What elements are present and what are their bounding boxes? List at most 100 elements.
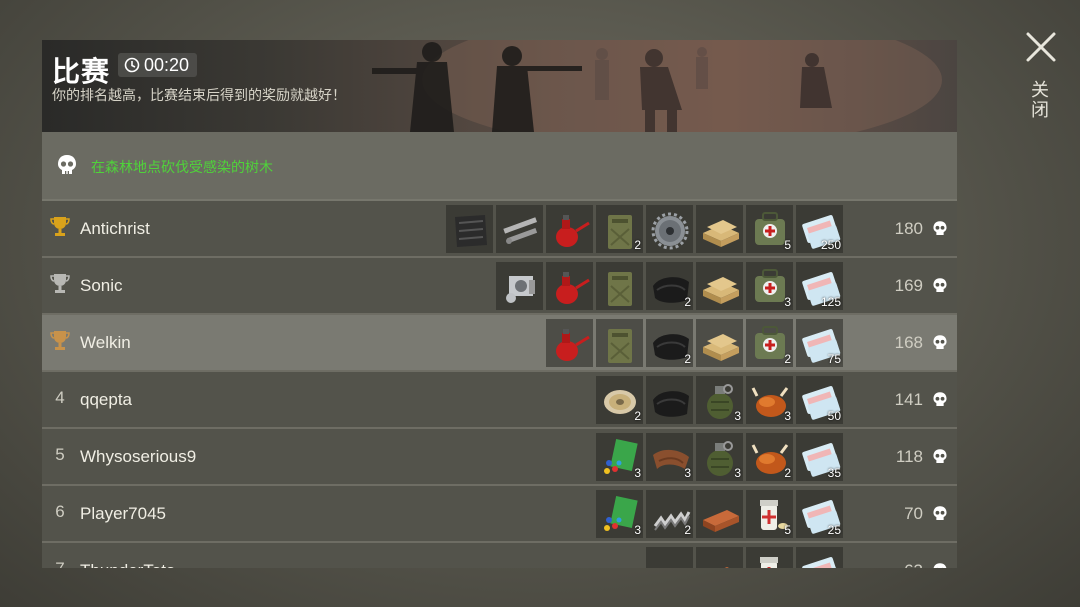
oil-can-icon (556, 215, 590, 247)
metal-parts-icon (503, 217, 538, 244)
item-count: 125 (820, 295, 841, 309)
close-icon[interactable] (1024, 30, 1058, 64)
reward-item[interactable] (696, 319, 743, 367)
reward-items: 2 5 250 (446, 205, 843, 253)
reward-item[interactable]: 5 (746, 490, 793, 538)
item-count: 2 (784, 466, 791, 480)
gold-trophy-icon (50, 217, 70, 236)
item-count: 3 (634, 523, 641, 537)
reward-item[interactable] (546, 205, 593, 253)
skull-icon (933, 278, 947, 293)
item-count: 2 (784, 352, 791, 366)
reward-item[interactable]: 75 (796, 319, 843, 367)
reward-item[interactable] (546, 319, 593, 367)
clock-icon (124, 57, 140, 73)
engine-part-icon (506, 276, 535, 303)
player-name: Player7045 (80, 504, 167, 523)
reward-item[interactable]: 25 (796, 490, 843, 538)
item-count: 3 (784, 409, 791, 423)
skull-icon (933, 506, 947, 521)
leather-scrap-icon (455, 215, 487, 247)
reward-item[interactable]: 50 (796, 376, 843, 424)
reward-item[interactable]: 5 (746, 205, 793, 253)
item-count: 5 (784, 238, 791, 252)
skull-icon (933, 392, 947, 407)
rank-number: 7 (50, 559, 70, 568)
reward-item[interactable]: 2 (646, 319, 693, 367)
item-count: 3 (684, 466, 691, 480)
reward-item[interactable] (696, 547, 743, 568)
reward-item[interactable]: 2 (746, 433, 793, 481)
copper-bar-icon (703, 510, 739, 532)
reward-item[interactable] (646, 547, 693, 568)
item-count: 3 (784, 295, 791, 309)
item-count: 3 (734, 409, 741, 423)
item-count: 2 (634, 238, 641, 252)
item-count: 50 (827, 409, 841, 423)
leaderboard-row[interactable]: 4 qqepta 2 3 3 50 141 (42, 372, 957, 429)
leaderboard-row[interactable]: Antichrist 2 5 250 180 (42, 201, 957, 258)
reward-item[interactable] (746, 547, 793, 568)
leaderboard-row[interactable]: Welkin 2 2 75 168 (42, 315, 957, 372)
skull-icon (933, 449, 947, 464)
reward-item[interactable] (796, 547, 843, 568)
reward-item[interactable]: 3 (646, 433, 693, 481)
reward-item[interactable] (696, 262, 743, 310)
kill-score: 168 (894, 333, 923, 352)
skull-icon (933, 335, 947, 350)
reward-item[interactable] (496, 262, 543, 310)
item-count: 2 (684, 352, 691, 366)
reward-item[interactable] (496, 205, 543, 253)
gold-bars-icon (703, 220, 739, 247)
skull-icon (933, 563, 947, 568)
reward-item[interactable]: 2 (646, 262, 693, 310)
kill-score: 70 (904, 504, 923, 523)
reward-item[interactable] (696, 490, 743, 538)
reward-item[interactable] (696, 205, 743, 253)
reward-item[interactable]: 3 (596, 433, 643, 481)
player-name: qqepta (80, 390, 132, 409)
reward-item[interactable]: 3 (596, 490, 643, 538)
reward-item[interactable]: 2 (646, 490, 693, 538)
reward-item[interactable]: 3 (696, 376, 743, 424)
jerry-can-icon (608, 272, 632, 306)
reward-item[interactable] (596, 319, 643, 367)
reward-item[interactable]: 250 (796, 205, 843, 253)
leaderboard-row[interactable]: 5 Whysoserious9 3 3 3 2 35 118 (42, 429, 957, 486)
close-label[interactable]: 关闭 (1028, 80, 1051, 120)
reward-items: 2 3 125 (496, 262, 843, 310)
reward-item[interactable]: 125 (796, 262, 843, 310)
reward-item[interactable]: 3 (746, 376, 793, 424)
ticket-icon (802, 557, 841, 568)
reward-item[interactable]: 2 (596, 205, 643, 253)
leaderboard-row[interactable]: 7 ThunderTata 63 (42, 543, 957, 568)
gold-bars-icon (703, 334, 739, 361)
kill-score: 118 (895, 447, 923, 466)
reward-items: 3 2 5 25 (596, 490, 843, 538)
reward-item[interactable]: 2 (596, 376, 643, 424)
kill-score: 180 (894, 219, 923, 238)
gear-icon (651, 212, 689, 250)
reward-items: 2 2 75 (546, 319, 843, 367)
event-banner: 比赛 00:20 你的排名越高，比赛结束后得到的奖励就越好！ (42, 40, 957, 132)
event-title: 比赛 (52, 55, 111, 88)
player-name: ThunderTata (80, 561, 175, 568)
reward-items (646, 547, 843, 568)
reward-item[interactable] (596, 262, 643, 310)
item-count: 35 (827, 466, 841, 480)
event-timer: 00:20 (118, 53, 198, 77)
reward-item[interactable]: 3 (696, 433, 743, 481)
reward-item[interactable] (546, 262, 593, 310)
painkillers-icon (760, 557, 778, 568)
reward-item[interactable]: 2 (746, 319, 793, 367)
reward-item[interactable] (446, 205, 493, 253)
reward-item[interactable] (646, 376, 693, 424)
reward-item[interactable]: 35 (796, 433, 843, 481)
item-count: 75 (827, 352, 841, 366)
copper-bar-icon (724, 567, 729, 568)
objective-text: 在森林地点砍伐受感染的树木 (91, 160, 273, 176)
leaderboard-row[interactable]: Sonic 2 3 125 169 (42, 258, 957, 315)
reward-item[interactable]: 3 (746, 262, 793, 310)
leaderboard-row[interactable]: 6 Player7045 3 2 5 25 70 (42, 486, 957, 543)
reward-item[interactable] (646, 205, 693, 253)
